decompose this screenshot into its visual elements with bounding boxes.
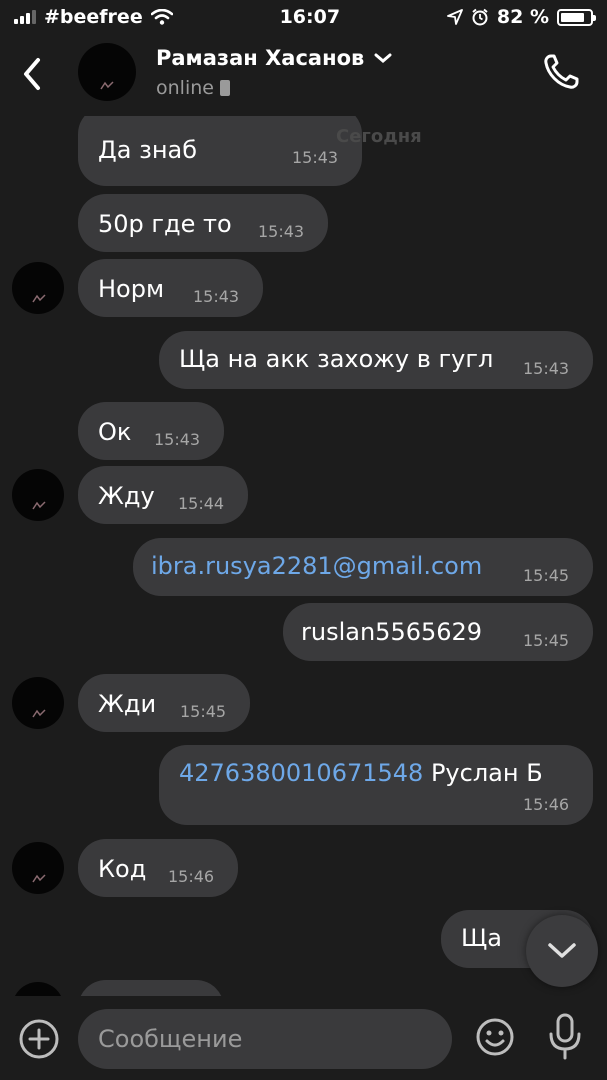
message-bubble-incoming[interactable]: Ок 15:43 bbox=[78, 402, 224, 460]
phone-device-icon bbox=[219, 80, 230, 96]
message-text: Ща на акк захожу в гугл bbox=[179, 345, 494, 373]
sender-avatar[interactable] bbox=[12, 262, 64, 314]
scroll-down-icon bbox=[548, 943, 576, 958]
message-time: 15:45 bbox=[523, 631, 570, 650]
chat-header: Рамазан Хасанов online bbox=[0, 34, 607, 116]
status-time: 16:07 bbox=[279, 6, 341, 28]
status-left: #beefree bbox=[14, 6, 173, 28]
card-number-link[interactable]: 4276380010671548 bbox=[179, 759, 423, 787]
message-bubble-incoming[interactable]: Норм 15:43 bbox=[78, 259, 263, 317]
composer-bar bbox=[0, 996, 607, 1080]
date-overlay: Сегодня bbox=[336, 126, 422, 147]
message-bubble-incoming[interactable]: 50р где то 15:43 bbox=[78, 194, 328, 252]
sender-avatar[interactable] bbox=[12, 469, 64, 521]
message-bubble-incoming[interactable] bbox=[78, 980, 224, 996]
message-text: 50р где то bbox=[98, 210, 232, 238]
wifi-icon bbox=[150, 9, 173, 25]
email-link[interactable]: ibra.rusya2281@gmail.com bbox=[151, 552, 482, 580]
contact-name-text: Рамазан Хасанов bbox=[156, 46, 365, 70]
message-time: 15:43 bbox=[292, 148, 339, 167]
emoji-icon[interactable] bbox=[474, 1016, 516, 1058]
location-icon bbox=[447, 9, 463, 25]
battery-percent: 82 % bbox=[496, 6, 549, 28]
message-list[interactable]: Сегодня Да знаб 15:43 50р где то 15:43 Н… bbox=[0, 116, 607, 996]
message-bubble-outgoing[interactable]: Ща на акк захожу в гугл 15:43 bbox=[159, 331, 593, 389]
contact-name[interactable]: Рамазан Хасанов bbox=[156, 46, 392, 70]
message-text: Ща bbox=[461, 924, 502, 952]
message-text: 4276380010671548 Руслан Б bbox=[179, 759, 543, 787]
chevron-down-icon[interactable] bbox=[374, 52, 392, 64]
carrier-label: #beefree bbox=[44, 6, 143, 28]
message-input[interactable] bbox=[78, 1009, 452, 1069]
phone-icon[interactable] bbox=[541, 52, 581, 92]
status-bar: #beefree 16:07 82 % bbox=[0, 0, 607, 34]
status-right: 82 % bbox=[447, 6, 596, 28]
message-bubble-incoming[interactable]: Жду 15:44 bbox=[78, 466, 248, 524]
message-bubble-incoming[interactable]: Код 15:46 bbox=[78, 839, 238, 897]
message-time: 15:44 bbox=[178, 494, 225, 513]
battery-icon bbox=[557, 8, 596, 26]
message-time: 15:46 bbox=[523, 795, 570, 814]
contact-status-text: online bbox=[156, 77, 214, 99]
message-bubble-incoming[interactable]: Жди 15:45 bbox=[78, 674, 250, 732]
message-time: 15:43 bbox=[154, 430, 201, 449]
alarm-icon bbox=[472, 8, 488, 26]
message-time: 15:43 bbox=[193, 287, 240, 306]
scroll-down-button[interactable] bbox=[526, 915, 598, 987]
message-text-suffix: Руслан Б bbox=[430, 759, 543, 787]
message-text: Ок bbox=[98, 418, 132, 446]
message-bubble-outgoing[interactable]: ruslan5565629 15:45 bbox=[283, 603, 593, 661]
message-time: 15:45 bbox=[180, 702, 227, 721]
message-time: 15:43 bbox=[258, 222, 305, 241]
message-bubble-outgoing[interactable]: ibra.rusya2281@gmail.com 15:45 bbox=[133, 538, 593, 596]
sender-avatar[interactable] bbox=[12, 842, 64, 894]
message-bubble-incoming[interactable]: Сегодня Да знаб 15:43 bbox=[78, 116, 422, 186]
message-text: Жди bbox=[98, 690, 157, 718]
contact-avatar[interactable] bbox=[78, 43, 136, 101]
avatar-logo-icon bbox=[100, 81, 114, 90]
message-bubble-outgoing[interactable]: 4276380010671548 Руслан Б 15:46 bbox=[159, 745, 593, 825]
message-text: Норм bbox=[98, 275, 165, 303]
microphone-icon[interactable] bbox=[546, 1012, 584, 1062]
message-text: ruslan5565629 bbox=[301, 618, 483, 646]
back-arrow-icon[interactable] bbox=[18, 54, 48, 94]
message-time: 15:43 bbox=[523, 359, 570, 378]
message-text: Да знаб bbox=[98, 136, 198, 164]
message-text: Код bbox=[98, 855, 147, 883]
sender-avatar[interactable] bbox=[12, 982, 64, 996]
signal-icon bbox=[14, 10, 36, 24]
contact-status: online bbox=[156, 77, 230, 99]
sender-avatar[interactable] bbox=[12, 677, 64, 729]
add-icon[interactable] bbox=[18, 1018, 60, 1060]
message-time: 15:46 bbox=[168, 867, 215, 886]
message-text: Жду bbox=[98, 482, 155, 510]
message-time: 15:45 bbox=[523, 566, 570, 585]
